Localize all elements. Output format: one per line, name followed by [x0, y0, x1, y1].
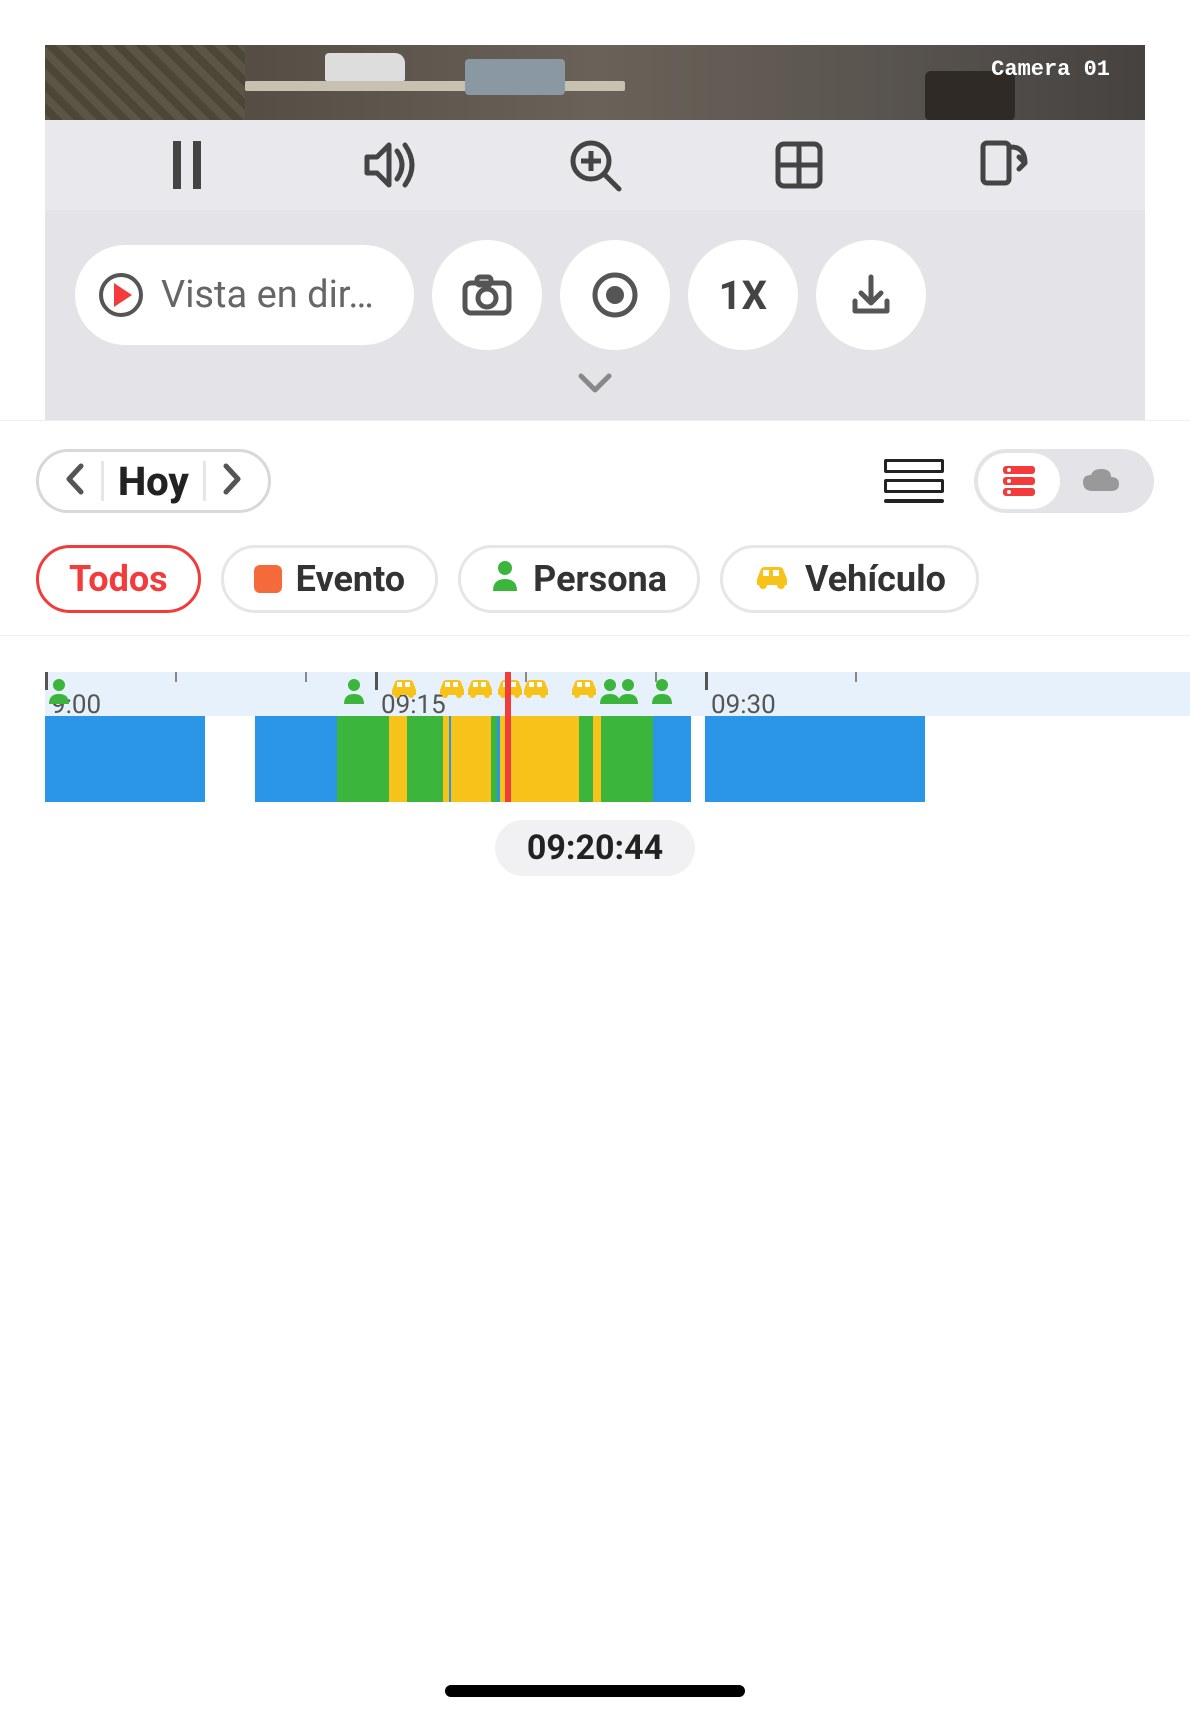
timeline-tick	[375, 672, 378, 690]
snapshot-button[interactable]	[432, 240, 542, 350]
list-view-button[interactable]	[884, 459, 944, 503]
vehicle-icon	[753, 558, 791, 600]
timeline-tick	[705, 672, 708, 690]
decor	[245, 81, 625, 91]
day-label[interactable]: Hoy	[114, 458, 193, 505]
player-toolbar	[45, 120, 1145, 210]
filter-row: Todos Evento Persona Vehículo	[0, 541, 1190, 636]
zoom-button[interactable]	[560, 130, 630, 200]
timeline-segment-blue	[45, 716, 205, 802]
date-bar: Hoy	[0, 420, 1190, 541]
expand-controls-button[interactable]	[75, 350, 1115, 400]
timeline-segment-blue	[449, 716, 451, 802]
filter-all-label: Todos	[69, 558, 168, 600]
timeline-segment-blue	[255, 716, 337, 802]
timeline-event-mark	[603, 716, 606, 802]
timeline-vehicle-marker	[569, 678, 599, 704]
play-icon	[99, 273, 143, 317]
date-navigator: Hoy	[36, 449, 271, 513]
camera-label: Camera 01	[991, 57, 1110, 82]
timeline-person-marker	[48, 678, 70, 708]
timeline-segment-yellow	[389, 716, 407, 802]
timeline-segment-yellow	[513, 716, 579, 802]
timeline-vehicle-marker	[465, 678, 495, 704]
timeline-segment-yellow	[443, 716, 463, 802]
home-indicator[interactable]	[445, 1685, 745, 1697]
filter-person[interactable]: Persona	[458, 545, 700, 613]
live-view-label: Vista en dir…	[161, 273, 374, 317]
event-icon	[254, 565, 282, 593]
filter-event[interactable]: Evento	[221, 545, 438, 613]
divider	[101, 461, 104, 501]
rotate-device-button[interactable]	[968, 130, 1038, 200]
timeline-person-marker	[343, 678, 365, 708]
timeline-segment-green	[579, 716, 593, 802]
pause-button[interactable]	[152, 130, 222, 200]
decor	[325, 53, 405, 81]
camera-video-thumbnail[interactable]: Camera 01	[45, 45, 1145, 120]
multiview-button[interactable]	[764, 130, 834, 200]
timeline-person-marker	[651, 678, 673, 708]
timeline-event-mark	[641, 716, 644, 802]
audio-button[interactable]	[356, 130, 426, 200]
timeline-segment-blue	[497, 716, 500, 802]
timeline-segment-yellow	[463, 716, 491, 802]
decor	[45, 45, 245, 120]
storage-toggle	[974, 449, 1154, 513]
filter-person-label: Persona	[533, 558, 667, 600]
local-storage-button[interactable]	[978, 453, 1060, 509]
timeline-segment-yellow	[593, 716, 601, 802]
timeline-event-mark	[609, 716, 612, 802]
timeline-vehicle-marker	[437, 678, 467, 704]
timeline-event-mark	[627, 716, 630, 802]
timeline-vehicle-marker	[389, 678, 419, 704]
timeline-vehicle-marker	[521, 678, 551, 704]
prev-day-button[interactable]	[57, 462, 91, 500]
control-panel: Vista en dir… 1X	[45, 210, 1145, 420]
timeline-tick	[305, 672, 307, 682]
timeline-segment-blue	[705, 716, 925, 802]
filter-event-label: Evento	[296, 558, 405, 600]
person-icon	[491, 558, 519, 600]
timeline-tick	[855, 672, 857, 682]
cloud-storage-button[interactable]	[1060, 453, 1142, 509]
decor	[465, 59, 565, 95]
speed-label: 1X	[719, 272, 767, 319]
timeline[interactable]: 9:0009:1509:30	[45, 672, 1190, 802]
timeline-segment-blue	[653, 716, 691, 802]
download-button[interactable]	[816, 240, 926, 350]
filter-vehicle-label: Vehículo	[805, 558, 946, 600]
current-time: 09:20:44	[495, 820, 695, 876]
playhead[interactable]	[505, 672, 511, 802]
record-button[interactable]	[560, 240, 670, 350]
filter-vehicle[interactable]: Vehículo	[720, 545, 979, 613]
timeline-section: 9:0009:1509:30 09:20:44	[0, 636, 1190, 876]
next-day-button[interactable]	[216, 462, 250, 500]
filter-all[interactable]: Todos	[36, 545, 201, 613]
live-view-button[interactable]: Vista en dir…	[75, 245, 414, 345]
divider	[203, 461, 206, 501]
timeline-person-marker	[617, 678, 639, 708]
playback-speed-button[interactable]: 1X	[688, 240, 798, 350]
timeline-tick	[175, 672, 177, 682]
